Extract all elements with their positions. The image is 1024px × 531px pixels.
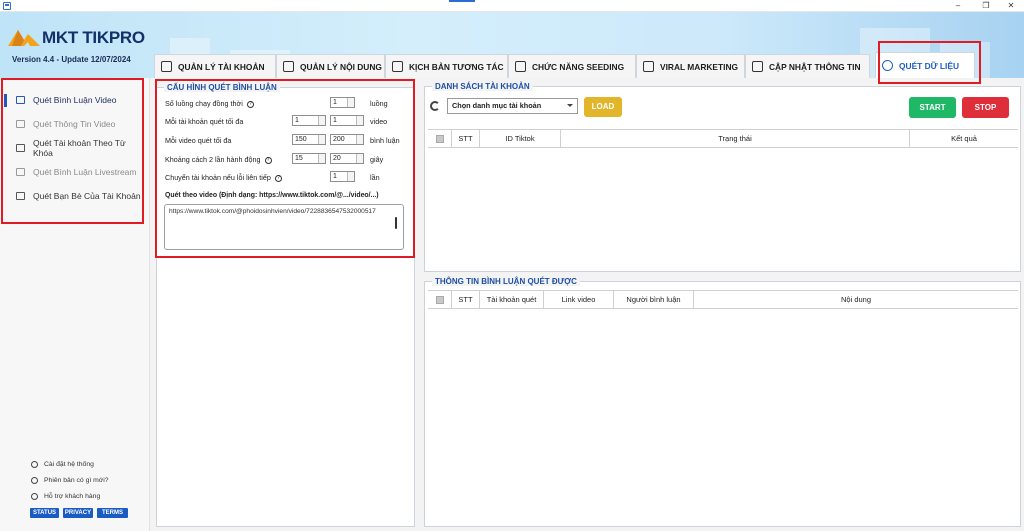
tab-seeding-functions[interactable]: CHỨC NĂNG SEEDING [508,54,636,78]
switch-account-stepper[interactable]: 1 [330,171,355,182]
help-icon [31,493,38,500]
col-commenter: Người bình luận [614,291,694,309]
max-comments-from-stepper[interactable]: 150 [292,134,326,145]
seeding-icon [515,61,526,72]
tab-viral-marketing[interactable]: VIRAL MARKETING [636,54,745,78]
update-icon [752,61,763,72]
title-indicator [449,0,475,2]
status-button[interactable]: STATUS [30,508,59,518]
app-icon [3,2,11,10]
minimize-button[interactable]: – [947,0,969,12]
hand-icon [392,61,403,72]
help-icon[interactable]: ? [264,156,272,164]
refresh-icon[interactable] [430,101,440,111]
title-bar: – ❐ ✕ [0,0,1024,12]
app-logo: MKT TIKPRO [8,26,148,50]
account-icon [161,61,172,72]
accounts-table-header: STT ID Tiktok Trạng thái Kết quả [428,129,1018,148]
app-name: MKT TIKPRO [42,28,145,47]
comments-table-header: STT Tài khoản quét Link video Người bình… [428,290,1018,309]
accounts-title: DANH SÁCH TÀI KHOẢN [432,82,533,91]
restore-button[interactable]: ❐ [975,0,997,12]
max-comments-label: Mỗi video quét tối đa [165,136,232,145]
threads-unit: luồng [370,99,388,108]
help-icon[interactable]: ? [274,174,282,182]
col-stt: STT [452,291,480,309]
max-videos-label: Mỗi tài khoản quét tối đa [165,117,244,126]
textarea-scrollbar[interactable] [395,217,397,229]
chevron-down-icon [567,104,573,107]
gear-icon [31,461,38,468]
highlight-box-tab [878,41,981,84]
threads-stepper[interactable]: 1 [330,97,355,108]
delay-to-stepper[interactable]: 20 [330,153,364,164]
video-url-value: https://www.tiktok.com/@phoidosinhvien/v… [169,208,376,215]
max-comments-to-stepper[interactable]: 200 [330,134,364,145]
terms-button[interactable]: TERMS [97,508,128,518]
select-all-cell[interactable] [428,291,452,309]
col-video-link: Link video [544,291,614,309]
delay-from-stepper[interactable]: 15 [292,153,326,164]
select-all-cell[interactable] [428,130,452,148]
col-result: Kết quả [951,134,977,143]
col-content: Nội dung [840,295,872,304]
info-icon [31,477,38,484]
video-url-textarea[interactable]: https://www.tiktok.com/@phoidosinhvien/v… [164,204,404,250]
settings-link[interactable]: Cài đặt hệ thống [31,461,94,468]
checkbox-icon[interactable] [436,135,444,143]
switch-account-unit: lần [370,173,380,182]
tab-interaction-script[interactable]: KỊCH BẢN TƯƠNG TÁC [385,54,508,78]
viral-icon [643,61,654,72]
col-status: Trạng thái [561,130,910,148]
logo-mark-icon [8,30,40,46]
tab-content-management[interactable]: QUẢN LÝ NỘI DUNG [276,54,385,78]
col-tiktok-id: ID Tiktok [480,130,561,148]
version-label: Version 4.4 - Update 12/07/2024 [12,55,131,64]
comments-title: THÔNG TIN BÌNH LUẬN QUÉT ĐƯỢC [432,277,580,286]
account-category-select[interactable]: Chọn danh mục tài khoản [447,98,578,114]
delay-label: Khoảng cách 2 lần hành động? [165,155,272,164]
support-link[interactable]: Hỗ trợ khách hàng [31,493,100,500]
delay-unit: giây [370,155,384,164]
privacy-button[interactable]: PRIVACY [63,508,93,518]
threads-label: Số luồng chạy đồng thời? [165,99,254,108]
video-url-label: Quét theo video (Định dạng: https://www.… [165,192,379,199]
max-videos-to-stepper[interactable]: 1 [330,115,364,126]
comments-group: THÔNG TIN BÌNH LUẬN QUÉT ĐƯỢC [424,277,1021,527]
checkbox-icon[interactable] [436,296,444,304]
close-button[interactable]: ✕ [1000,0,1022,12]
whats-new-link[interactable]: Phiên bản có gì mới? [31,477,109,484]
list-icon [283,61,294,72]
max-videos-unit: video [370,117,388,126]
stop-button[interactable]: STOP [962,97,1009,118]
col-stt: STT [452,130,480,148]
max-comments-unit: bình luận [370,136,400,145]
max-videos-from-stepper[interactable]: 1 [292,115,326,126]
switch-account-label: Chuyển tài khoản nếu lỗi liên tiếp? [165,173,282,182]
tab-update-info[interactable]: CẬP NHẬT THÔNG TIN [745,54,870,78]
load-button[interactable]: LOAD [584,97,622,117]
col-scanning-account: Tài khoản quét [480,291,544,309]
start-button[interactable]: START [909,97,956,118]
tab-account-management[interactable]: QUẢN LÝ TÀI KHOẢN [154,54,276,78]
highlight-box-sidebar [1,78,144,224]
help-icon[interactable]: ? [246,100,254,108]
